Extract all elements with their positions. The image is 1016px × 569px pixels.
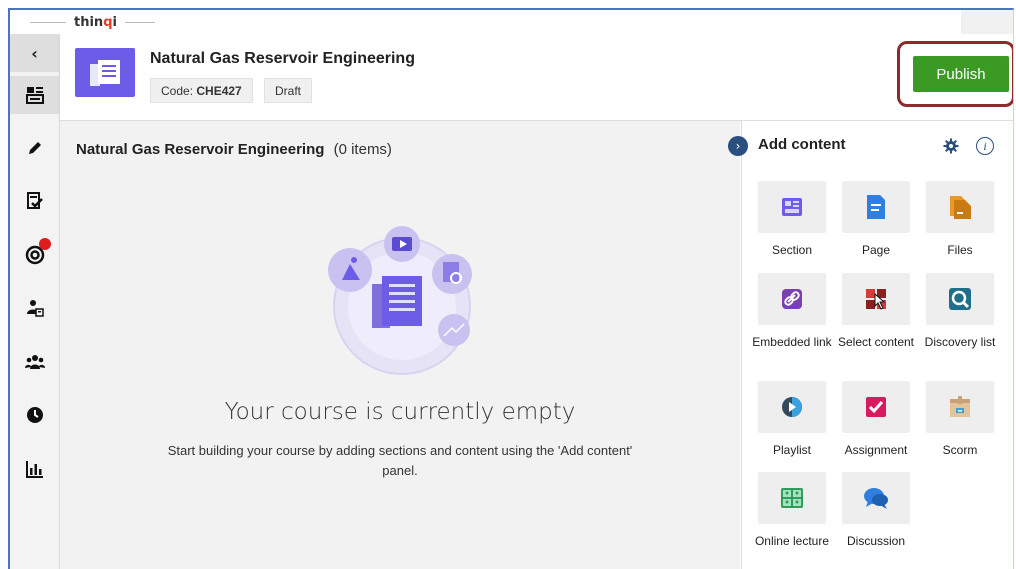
tile-label: Playlist bbox=[772, 443, 811, 457]
page-icon bbox=[867, 195, 885, 219]
sidebar-collapse-button[interactable]: ‹ bbox=[10, 34, 59, 72]
bar-chart-icon bbox=[25, 461, 43, 478]
assignment-icon bbox=[866, 397, 886, 417]
checklist-icon bbox=[26, 192, 43, 209]
tile-label: Section bbox=[771, 243, 813, 257]
group-icon bbox=[24, 355, 45, 369]
tile-label: Discovery list bbox=[924, 335, 996, 349]
sidebar-nav: ‹ bbox=[10, 34, 60, 569]
tile-online-lecture[interactable]: Online lecture bbox=[750, 472, 834, 549]
publish-button[interactable]: Publish bbox=[913, 56, 1009, 92]
tile-box bbox=[926, 273, 994, 325]
tile-scorm[interactable]: Scorm bbox=[918, 381, 1002, 458]
sidebar-item-goals[interactable] bbox=[10, 236, 59, 274]
notification-badge bbox=[39, 238, 51, 250]
content-item-count: (0 items) bbox=[333, 141, 392, 158]
gear-icon[interactable] bbox=[943, 138, 959, 154]
tile-label: Discussion bbox=[846, 534, 906, 548]
info-icon[interactable]: i bbox=[976, 137, 994, 155]
section-icon bbox=[782, 198, 802, 216]
course-content-area: Natural Gas Reservoir Engineering (0 ite… bbox=[60, 121, 740, 569]
scorm-icon bbox=[950, 396, 970, 417]
tile-label: Online lecture bbox=[754, 534, 830, 548]
panel-title: Add content bbox=[758, 136, 846, 153]
tile-embedded-link[interactable]: Embedded link bbox=[750, 273, 834, 350]
tile-box bbox=[758, 472, 826, 524]
content-title-text: Natural Gas Reservoir Engineering bbox=[76, 141, 325, 158]
empty-course-illustration bbox=[328, 226, 472, 375]
course-code-label: Code: bbox=[161, 84, 194, 98]
tile-box bbox=[758, 181, 826, 233]
tile-section[interactable]: Section bbox=[750, 181, 834, 258]
content-layout-icon bbox=[25, 87, 44, 104]
course-code-value: CHE427 bbox=[196, 84, 242, 98]
top-bar-corner bbox=[961, 10, 1013, 34]
sidebar-item-edit[interactable] bbox=[10, 129, 59, 167]
course-code-badge: Code: CHE427 bbox=[150, 78, 253, 103]
course-icon bbox=[75, 48, 135, 97]
tile-select-content[interactable]: Select content bbox=[834, 273, 918, 350]
tile-label: Files bbox=[947, 243, 973, 257]
logo-text-i: i bbox=[112, 14, 117, 30]
logo-text: thin bbox=[74, 14, 104, 30]
tile-box bbox=[926, 181, 994, 233]
clock-icon bbox=[26, 407, 43, 423]
tile-label: Assignment bbox=[844, 443, 908, 457]
tile-box bbox=[842, 381, 910, 433]
sidebar-item-reports[interactable] bbox=[10, 450, 59, 488]
tile-box bbox=[842, 472, 910, 524]
logo-text-q: q bbox=[103, 14, 113, 30]
empty-state-title: Your course is currently empty bbox=[224, 399, 576, 425]
tile-box bbox=[926, 381, 994, 433]
online-lecture-icon bbox=[781, 488, 803, 508]
tile-assignment[interactable]: Assignment bbox=[834, 381, 918, 458]
tile-discussion[interactable]: Discussion bbox=[834, 472, 918, 549]
panel-toggle-button[interactable]: › bbox=[728, 136, 748, 156]
brand: thinqi bbox=[30, 10, 155, 34]
content-title: Natural Gas Reservoir Engineering (0 ite… bbox=[76, 141, 392, 158]
pencil-icon bbox=[28, 142, 41, 154]
add-content-panel: › Add content i Section Page Files Embed… bbox=[728, 121, 1013, 569]
tile-files[interactable]: Files bbox=[918, 181, 1002, 258]
status-badge: Draft bbox=[264, 78, 313, 103]
course-header: Natural Gas Reservoir Engineering Code: … bbox=[60, 34, 1013, 121]
logo[interactable]: thinqi bbox=[74, 15, 117, 30]
tile-label: Page bbox=[861, 243, 891, 257]
playlist-icon bbox=[782, 397, 802, 417]
discussion-icon bbox=[864, 488, 888, 509]
course-title: Natural Gas Reservoir Engineering bbox=[150, 50, 415, 67]
chevron-right-icon: › bbox=[735, 139, 741, 153]
files-icon bbox=[950, 196, 971, 219]
tile-playlist[interactable]: Playlist bbox=[750, 381, 834, 458]
discovery-icon bbox=[949, 288, 971, 310]
sidebar-item-content[interactable] bbox=[10, 76, 59, 114]
empty-state-text: Start building your course by adding sec… bbox=[167, 443, 633, 478]
course-document-icon bbox=[90, 59, 120, 86]
tile-box bbox=[758, 273, 826, 325]
tile-box bbox=[758, 381, 826, 433]
tile-box bbox=[842, 181, 910, 233]
logo-divider bbox=[30, 21, 66, 23]
sidebar-item-groups[interactable] bbox=[10, 343, 59, 381]
logo-divider bbox=[124, 21, 155, 23]
sidebar-item-assessment[interactable] bbox=[10, 182, 59, 220]
tile-discovery-list[interactable]: Discovery list bbox=[918, 273, 1002, 350]
tile-box bbox=[842, 273, 910, 325]
select-content-icon bbox=[866, 289, 886, 310]
tile-label: Scorm bbox=[942, 443, 978, 457]
tile-label: Select content bbox=[837, 335, 915, 349]
sidebar-item-history[interactable] bbox=[10, 396, 59, 434]
tile-label: Embedded link bbox=[752, 335, 832, 349]
user-badge-icon bbox=[26, 300, 44, 317]
link-icon bbox=[782, 289, 802, 309]
top-bar: thinqi bbox=[10, 10, 1013, 35]
sidebar-item-learners[interactable] bbox=[10, 289, 59, 327]
tile-page[interactable]: Page bbox=[834, 181, 918, 258]
app-window: thinqi ‹ Natural Gas Reservoir Engineeri… bbox=[8, 8, 1014, 569]
chevron-left-icon: ‹ bbox=[31, 43, 38, 63]
